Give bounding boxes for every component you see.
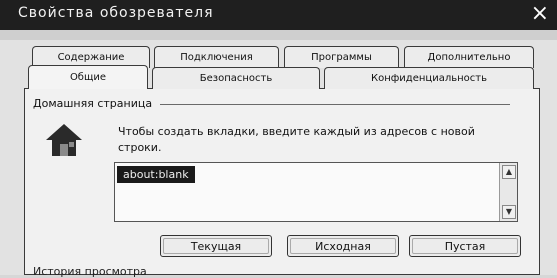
tab-privacy[interactable]: Конфиденциальность — [324, 67, 534, 89]
frame-edge — [0, 30, 557, 40]
tab-programs[interactable]: Программы — [284, 46, 399, 68]
home-page-description: Чтобы создать вкладки, введите каждый из… — [118, 125, 475, 154]
tab-label: Дополнительно — [427, 52, 511, 63]
group-divider — [160, 104, 510, 105]
tab-label: Конфиденциальность — [370, 73, 487, 84]
url-selected-text: about:blank — [117, 166, 195, 183]
home-page-group-label: Домашняя страница — [33, 97, 159, 110]
use-current-button[interactable]: Текущая — [160, 235, 272, 257]
window-title: Свойства обозревателя — [18, 5, 214, 21]
use-blank-button[interactable]: Пустая — [409, 235, 521, 257]
tab-label: Программы — [311, 52, 372, 63]
scroll-up-icon[interactable]: ▲ — [502, 165, 516, 179]
use-default-button[interactable]: Исходная — [287, 235, 399, 257]
tab-label: Подключения — [180, 52, 253, 63]
textarea-scrollbar[interactable]: ▲ ▼ — [499, 163, 517, 221]
scroll-down-icon[interactable]: ▼ — [502, 205, 516, 219]
title-bar: Свойства обозревателя × — [0, 0, 557, 30]
tab-label: Безопасность — [199, 73, 273, 84]
house-icon — [43, 120, 85, 162]
home-page-url-textarea[interactable]: about:blank ▲ ▼ — [114, 162, 518, 222]
tab-label: Содержание — [57, 52, 125, 63]
tab-security[interactable]: Безопасность — [152, 67, 320, 89]
button-label: Исходная — [315, 239, 371, 253]
browsing-history-label: История просмотра — [33, 265, 147, 278]
tab-advanced[interactable]: Дополнительно — [404, 46, 534, 68]
button-label: Текущая — [190, 239, 242, 253]
tab-label: Общие — [69, 72, 107, 83]
tab-connections[interactable]: Подключения — [154, 46, 279, 68]
close-icon[interactable]: × — [531, 2, 549, 26]
tab-general[interactable]: Общие — [28, 65, 148, 89]
button-label: Пустая — [444, 239, 486, 253]
